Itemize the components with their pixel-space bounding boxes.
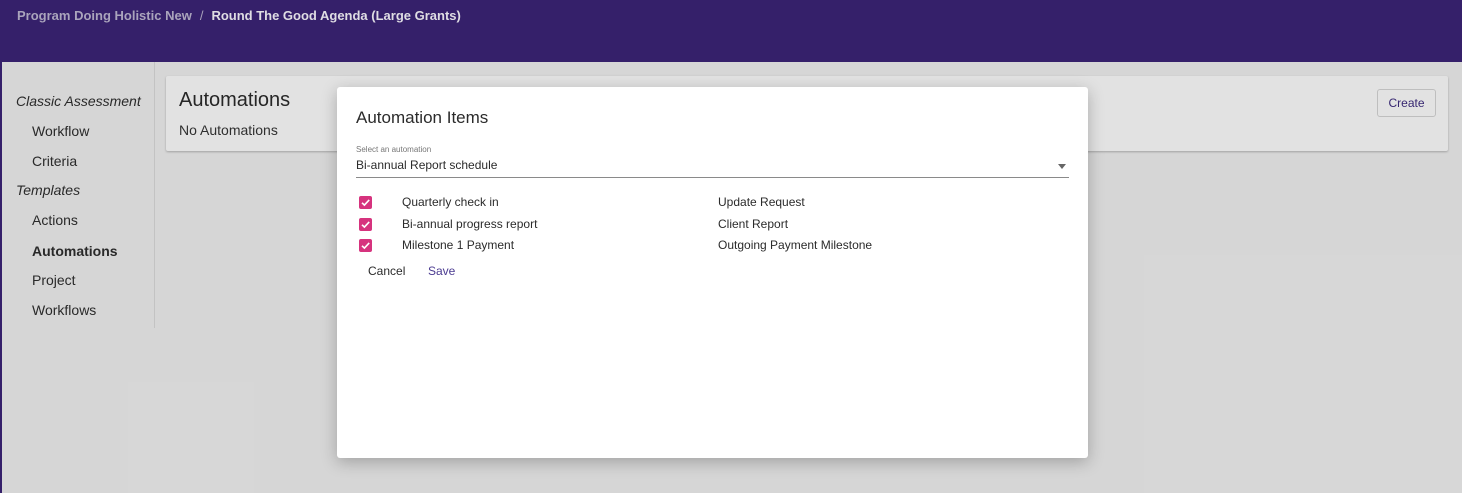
checkbox-checked[interactable] [359,196,372,209]
list-item: Milestone 1 Payment Outgoing Payment Mil… [356,236,1069,256]
item-name: Quarterly check in [402,195,499,209]
chevron-down-icon [1058,164,1066,169]
cancel-button[interactable]: Cancel [368,264,405,278]
select-label: Select an automation [356,145,432,154]
item-type: Update Request [718,195,805,209]
save-button[interactable]: Save [428,264,455,278]
select-value: Bi-annual Report schedule [356,158,498,172]
dialog-title: Automation Items [356,108,489,127]
item-name: Bi-annual progress report [402,217,538,231]
automation-items-dialog: Automation Items Select an automation Bi… [337,87,1088,458]
checkbox-checked[interactable] [359,218,372,231]
check-icon [361,221,370,229]
check-icon [361,242,370,250]
list-item: Quarterly check in Update Request [356,193,1069,213]
checkbox-checked[interactable] [359,239,372,252]
check-icon [361,199,370,207]
list-item: Bi-annual progress report Client Report [356,215,1069,235]
item-type: Client Report [718,217,789,231]
item-type: Outgoing Payment Milestone [718,238,873,252]
item-name: Milestone 1 Payment [402,238,515,252]
automation-select[interactable]: Bi-annual Report schedule [356,157,1069,178]
